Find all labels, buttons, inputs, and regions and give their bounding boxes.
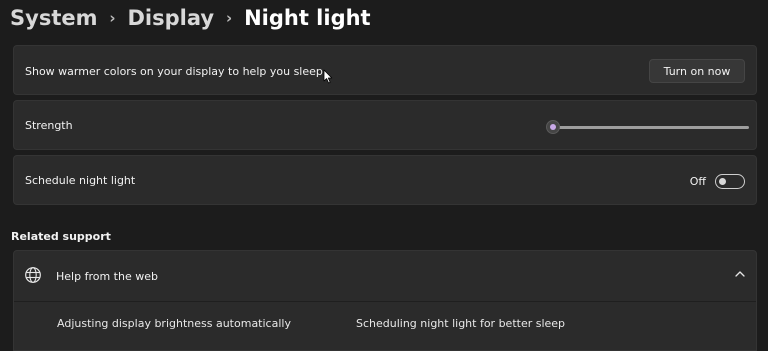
help-from-web-expander: Help from the web Adjusting display brig… <box>13 250 757 351</box>
help-from-web-header[interactable]: Help from the web <box>14 251 756 301</box>
strength-card: Strength <box>13 100 757 150</box>
page-title: Night light <box>244 6 371 30</box>
slider-thumb[interactable] <box>546 120 560 134</box>
strength-label: Strength <box>25 119 73 132</box>
mouse-pointer-icon <box>323 69 333 84</box>
chevron-right-icon: › <box>109 9 116 27</box>
schedule-toggle[interactable] <box>715 174 745 189</box>
breadcrumb-display[interactable]: Display <box>127 6 214 30</box>
related-support-heading: Related support <box>11 230 111 243</box>
schedule-label: Schedule night light <box>25 174 136 187</box>
link-adjusting-brightness[interactable]: Adjusting display brightness automatical… <box>57 317 291 330</box>
turn-on-now-button[interactable]: Turn on now <box>649 59 745 83</box>
night-light-description: Show warmer colors on your display to he… <box>25 65 323 78</box>
toggle-knob <box>719 178 726 185</box>
chevron-up-icon[interactable] <box>733 269 747 279</box>
schedule-card: Schedule night light Off <box>13 155 757 205</box>
slider-track[interactable] <box>553 126 749 129</box>
night-light-card: Show warmer colors on your display to he… <box>13 45 757 95</box>
breadcrumb: System › Display › Night light <box>10 3 371 33</box>
night-light-settings-page: System › Display › Night light Show warm… <box>0 0 768 351</box>
strength-slider[interactable] <box>546 120 749 134</box>
schedule-state-label: Off <box>689 175 706 188</box>
globe-icon <box>25 267 41 283</box>
chevron-right-icon: › <box>225 9 233 27</box>
help-from-web-label: Help from the web <box>56 270 158 283</box>
divider <box>14 301 756 302</box>
breadcrumb-system[interactable]: System <box>10 6 97 30</box>
link-scheduling-night-light[interactable]: Scheduling night light for better sleep <box>356 317 565 330</box>
